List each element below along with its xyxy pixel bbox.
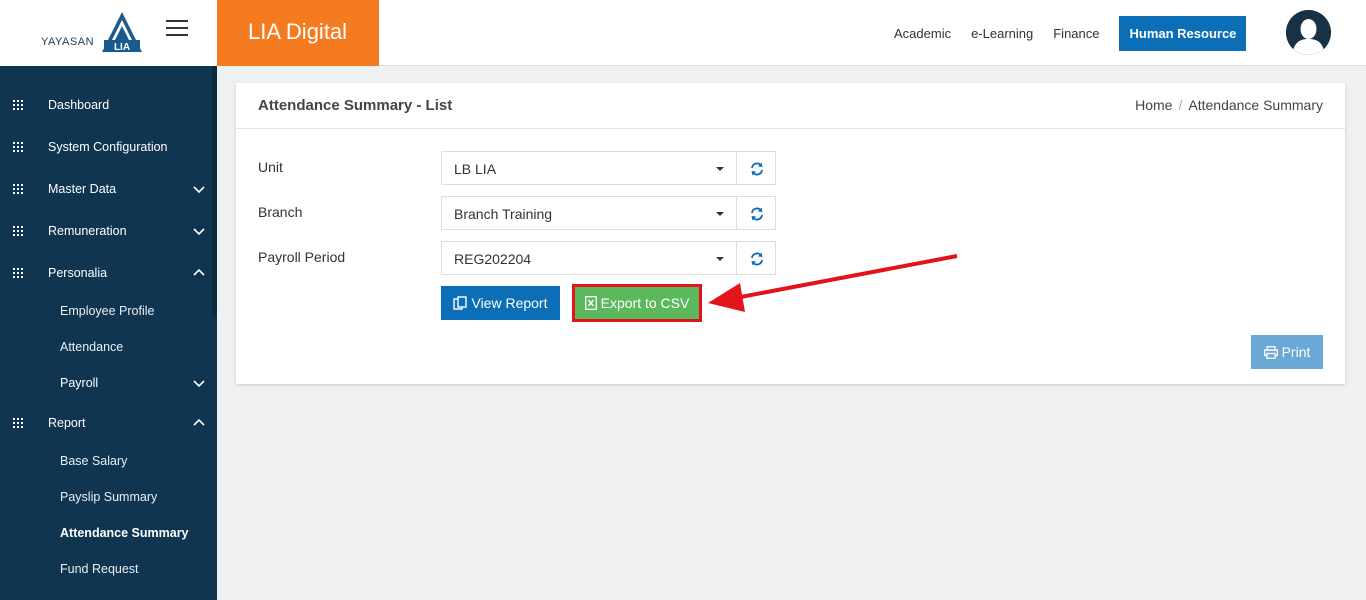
brand-title: LIA Digital — [217, 0, 379, 66]
grid-icon — [13, 268, 23, 278]
nav-finance[interactable]: Finance — [1043, 16, 1109, 51]
unit-refresh-button[interactable] — [736, 151, 776, 185]
nav-human-resource[interactable]: Human Resource — [1119, 16, 1247, 51]
sidebar-scrollbar[interactable] — [212, 66, 217, 316]
export-csv-button[interactable]: Export to CSV — [572, 284, 702, 322]
top-nav: Academic e-Learning Finance Human Resour… — [884, 16, 1247, 51]
top-bar: YAYASAN LIA LIA Digital Academic e-Learn… — [0, 0, 1366, 66]
breadcrumb-separator: / — [1178, 97, 1183, 113]
sidebar-item-report[interactable]: Report — [0, 414, 212, 434]
grid-icon — [13, 100, 23, 110]
sidebar-subitem-base-salary[interactable]: Base Salary — [60, 454, 127, 468]
breadcrumb-current: Attendance Summary — [1188, 97, 1323, 113]
sidebar-item-label: Personalia — [48, 266, 108, 280]
view-report-button[interactable]: View Report — [441, 286, 560, 320]
chevron-up-icon — [193, 418, 205, 426]
avatar[interactable] — [1286, 10, 1331, 55]
hamburger-menu-icon[interactable] — [166, 20, 188, 40]
refresh-icon — [751, 162, 763, 176]
logo[interactable]: YAYASAN LIA — [0, 0, 217, 66]
copy-icon — [453, 296, 468, 310]
sidebar-subitem-payslip-summary[interactable]: Payslip Summary — [60, 490, 157, 504]
unit-select[interactable]: LB LIA — [441, 151, 737, 185]
annotation-arrow-icon — [708, 254, 958, 312]
caret-down-icon — [716, 167, 724, 171]
chevron-up-icon — [193, 268, 205, 276]
sidebar-item-label: Payroll — [60, 376, 99, 390]
sidebar-subitem-fund-request[interactable]: Fund Request — [60, 562, 139, 576]
sidebar-item-label: Master Data — [48, 182, 117, 196]
breadcrumb: Home / Attendance Summary — [1135, 97, 1323, 113]
sidebar-item-personalia[interactable]: Personalia — [0, 264, 212, 284]
user-avatar-icon — [1286, 10, 1331, 55]
print-icon — [1263, 345, 1278, 359]
grid-icon — [13, 418, 23, 428]
logo-text: YAYASAN — [41, 36, 95, 48]
caret-down-icon — [716, 212, 724, 216]
sidebar-item-label: Remuneration — [48, 224, 127, 238]
print-button[interactable]: Print — [1251, 335, 1323, 369]
export-csv-label: Export to CSV — [600, 295, 690, 311]
grid-icon — [13, 142, 23, 152]
lia-logo-mark: LIA — [102, 12, 142, 53]
unit-label: Unit — [258, 159, 283, 175]
refresh-icon — [751, 207, 763, 221]
payroll-period-select[interactable]: REG202204 — [441, 241, 737, 275]
grid-icon — [13, 226, 23, 236]
branch-select[interactable]: Branch Training — [441, 196, 737, 230]
sidebar-item-remuneration[interactable]: Remuneration — [0, 222, 212, 242]
sidebar-item-system-configuration[interactable]: System Configuration — [0, 138, 212, 158]
sidebar-subitem-attendance-summary[interactable]: Attendance Summary — [60, 526, 189, 540]
branch-label: Branch — [258, 204, 303, 220]
svg-text:LIA: LIA — [114, 42, 130, 53]
sidebar-subitem-employee-profile[interactable]: Employee Profile — [60, 304, 155, 318]
file-excel-icon — [584, 296, 597, 310]
branch-refresh-button[interactable] — [736, 196, 776, 230]
payroll-period-select-value: REG202204 — [454, 251, 532, 267]
sidebar: Dashboard System Configuration Master Da… — [0, 66, 217, 600]
chevron-down-icon — [193, 186, 205, 194]
sidebar-item-master-data[interactable]: Master Data — [0, 180, 212, 200]
attendance-summary-card: Attendance Summary - List Home / Attendanc… — [236, 83, 1345, 384]
print-label: Print — [1281, 344, 1311, 360]
chevron-down-icon — [193, 380, 205, 388]
sidebar-subitem-attendance[interactable]: Attendance — [60, 340, 123, 354]
sidebar-item-label: Report — [48, 416, 86, 430]
grid-icon — [13, 184, 23, 194]
card-header: Attendance Summary - List Home / Attendanc… — [236, 83, 1345, 129]
branch-select-value: Branch Training — [454, 206, 553, 222]
sidebar-subitem-payroll[interactable]: Payroll — [0, 374, 212, 394]
sidebar-item-label: Dashboard — [48, 98, 110, 112]
nav-academic[interactable]: Academic — [884, 16, 961, 51]
chevron-down-icon — [193, 228, 205, 236]
unit-select-value: LB LIA — [454, 161, 497, 177]
breadcrumb-home[interactable]: Home — [1135, 97, 1172, 113]
view-report-label: View Report — [471, 295, 548, 311]
nav-e-learning[interactable]: e-Learning — [961, 16, 1043, 51]
sidebar-item-label: System Configuration — [48, 140, 168, 154]
page-title: Attendance Summary - List — [258, 97, 453, 114]
sidebar-item-dashboard[interactable]: Dashboard — [0, 96, 212, 116]
payroll-period-label: Payroll Period — [258, 249, 346, 265]
